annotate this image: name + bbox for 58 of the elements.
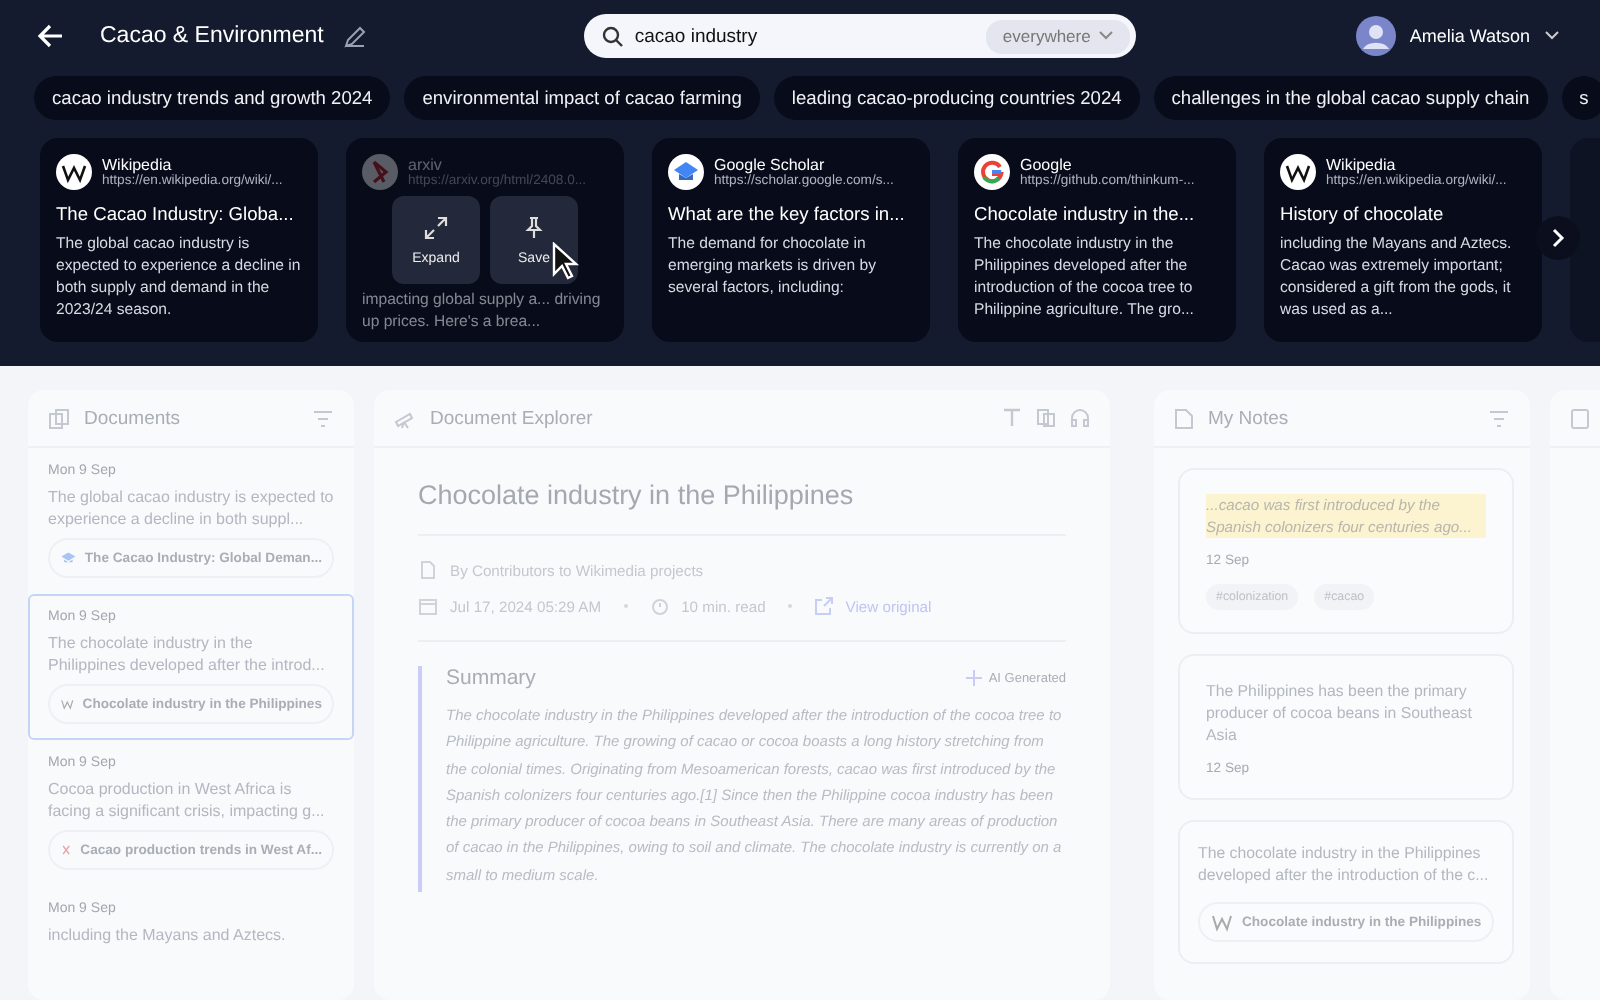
- result-title: Chocolate industry in the...: [974, 204, 1197, 224]
- cursor-icon: [552, 242, 580, 280]
- panel-title: Documents: [84, 407, 181, 429]
- external-link-icon: [813, 596, 834, 616]
- search-icon: [602, 25, 625, 47]
- expand-icon: [424, 215, 448, 239]
- panel-title: My Notes: [1208, 407, 1289, 429]
- copy-icon[interactable]: [1036, 408, 1056, 428]
- scope-dropdown[interactable]: everywhere: [986, 19, 1131, 53]
- documents-icon: [48, 407, 70, 429]
- summary-title: Summary: [446, 666, 536, 690]
- next-button[interactable]: [1536, 216, 1580, 260]
- timer-icon: [649, 596, 670, 616]
- suggestion-chip[interactable]: challenges in the global cacao supply chain: [1153, 76, 1548, 120]
- source-name: Wikipedia: [1326, 156, 1398, 174]
- source-name: Google: [1020, 156, 1074, 174]
- suggestion-chip[interactable]: leading cacao-producing countries 2024: [773, 76, 1140, 120]
- wikipedia-logo-icon: [1280, 154, 1316, 190]
- back-arrow-icon[interactable]: [36, 22, 64, 50]
- filter-icon[interactable]: [312, 409, 334, 427]
- filter-icon[interactable]: [1488, 409, 1510, 427]
- telescope-icon: [394, 407, 416, 429]
- book-icon: [1570, 407, 1590, 429]
- chevron-right-icon: [1550, 228, 1566, 248]
- suggestion-chip[interactable]: s: [1561, 76, 1600, 120]
- google-logo-icon: [974, 154, 1010, 190]
- calendar-icon: [418, 596, 438, 616]
- document-title: Chocolate industry in the Philippines: [418, 480, 856, 510]
- caret-icon: [1098, 30, 1115, 42]
- search-field[interactable]: cacao industry everywhere: [584, 14, 1137, 58]
- document-snippet: including the Mayans and Aztecs.: [48, 924, 288, 946]
- wikipedia-logo-icon: [56, 154, 92, 190]
- avatar-icon: [1355, 16, 1396, 56]
- pin-icon: [522, 215, 546, 239]
- document-snippet: The global cacao industry is expected to experience a decline in both suppl...: [48, 486, 334, 530]
- source-name: Google Scholar: [714, 156, 827, 174]
- project-title: Cacao & Environment: [100, 24, 324, 48]
- document-snippet: The chocolate industry in the Philippines developed after the introd...: [48, 632, 327, 676]
- user-menu[interactable]: Amelia Watson: [1355, 16, 1560, 56]
- result-title: The Cacao Industry: Globa...: [56, 204, 296, 224]
- sparkle-icon: [966, 670, 983, 686]
- panel-title: Document Explorer: [430, 407, 593, 429]
- suggestion-chip[interactable]: cacao industry trends and growth 2024: [34, 76, 391, 120]
- pencil-icon[interactable]: [343, 25, 366, 47]
- suggestion-chip[interactable]: environmental impact of cacao farming: [404, 76, 760, 120]
- wikipedia-logo-icon: [1210, 910, 1234, 934]
- caret-icon: [1544, 30, 1560, 42]
- source-name: Wikipedia: [102, 156, 174, 174]
- result-title: What are the key factors in...: [668, 204, 907, 224]
- document-edit-icon: [418, 560, 438, 580]
- source-name: arxiv: [408, 156, 444, 174]
- arxiv-logo-icon: [362, 154, 398, 190]
- headphones-icon[interactable]: [1070, 408, 1090, 428]
- graduation-cap-icon: [668, 154, 704, 190]
- result-title: History of chocolate: [1280, 204, 1446, 224]
- document-snippet: Cocoa production in West Africa is facing a significant crisis, impacting g...: [48, 778, 327, 822]
- text-size-icon[interactable]: [1002, 408, 1022, 428]
- note-icon: [1174, 407, 1194, 429]
